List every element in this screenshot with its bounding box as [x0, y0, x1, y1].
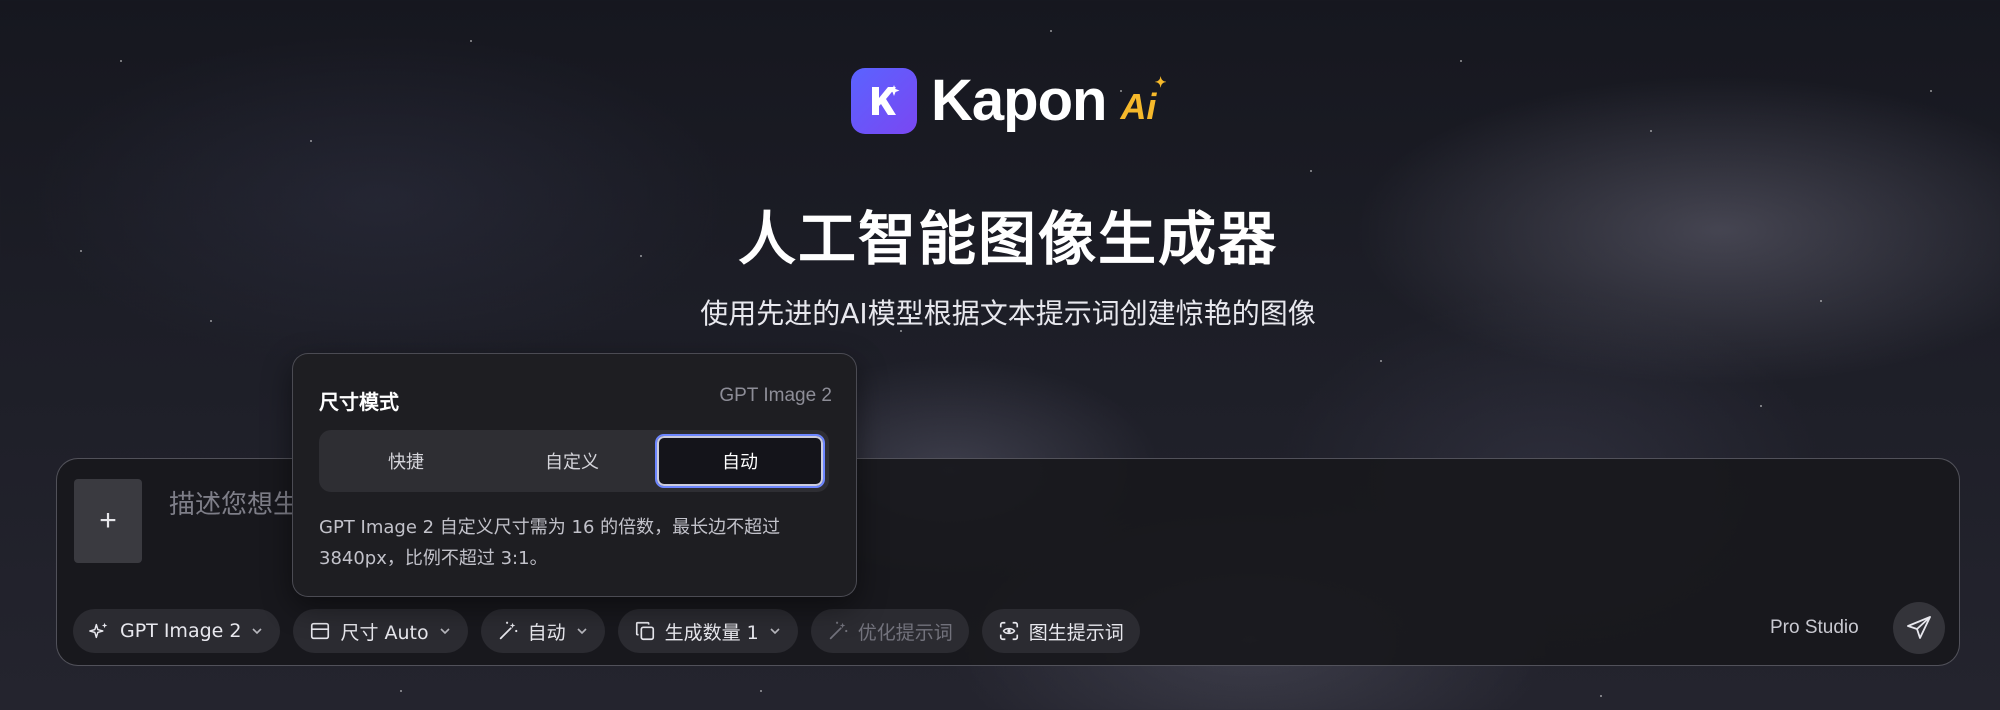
prompt-toolbar: GPT Image 2 尺寸 Auto 自动 生成数量 1 优化提示词 图生提示…: [73, 609, 1140, 653]
plus-icon: +: [99, 504, 117, 537]
chevron-down-icon: [252, 628, 263, 635]
chevron-down-icon: [577, 628, 587, 635]
optimize-prompt-label: 优化提示词: [857, 621, 953, 644]
page-subtitle: 使用先进的AI模型根据文本提示词创建惊艳的图像: [700, 297, 1316, 330]
count-select-label: 生成数量 1: [664, 621, 759, 644]
size-mode-note: GPT Image 2 自定义尺寸需为 16 的倍数，最长边不超过 3840px…: [319, 517, 781, 569]
style-select[interactable]: 自动: [480, 609, 605, 653]
sparkle-icon: [89, 622, 108, 639]
model-select-label: GPT Image 2: [120, 620, 242, 642]
pro-studio-link[interactable]: Pro Studio: [1770, 617, 1859, 639]
size-mode-quick[interactable]: 快捷: [323, 434, 489, 488]
size-select[interactable]: 尺寸 Auto: [293, 609, 468, 653]
count-select[interactable]: 生成数量 1: [617, 609, 798, 653]
send-icon: [1907, 616, 1931, 639]
brand-ai-text: Ai: [1120, 86, 1157, 127]
image-to-prompt-button[interactable]: 图生提示词: [981, 609, 1140, 653]
image-to-prompt-label: 图生提示词: [1028, 621, 1124, 644]
brand-logo: Kapon Ai ✦: [851, 68, 1166, 134]
add-image-button[interactable]: +: [74, 479, 142, 563]
magic-wand-icon: [499, 621, 517, 640]
brand-name: Kapon: [931, 68, 1107, 133]
aspect-ratio-icon: [311, 622, 330, 640]
size-mode-auto[interactable]: 自动: [655, 434, 825, 488]
optimize-prompt-button[interactable]: 优化提示词: [810, 609, 969, 653]
send-button[interactable]: [1893, 602, 1945, 654]
chevron-down-icon: [440, 628, 450, 635]
brand-badge: [851, 68, 917, 134]
size-select-label: 尺寸 Auto: [340, 621, 429, 644]
magic-wand-icon: [829, 621, 848, 640]
copy-icon: [635, 621, 654, 641]
model-select[interactable]: GPT Image 2: [73, 609, 281, 653]
k-logo-icon: [872, 85, 900, 115]
size-mode-popover: 尺寸模式 GPT Image 2 快捷 自定义 自动 GPT Image 2 自…: [292, 353, 857, 597]
brand-ai-mark: Ai ✦: [1120, 74, 1166, 128]
sparkle-icon: ✦: [1154, 74, 1167, 90]
chevron-down-icon: [770, 628, 780, 635]
page-title: 人工智能图像生成器: [737, 205, 1278, 273]
size-mode-model: GPT Image 2: [719, 385, 832, 406]
scan-eye-icon: [999, 621, 1018, 641]
style-select-label: 自动: [527, 621, 566, 644]
size-mode-title: 尺寸模式: [319, 390, 399, 414]
size-mode-custom[interactable]: 自定义: [489, 434, 655, 488]
size-mode-segmented-control: 快捷 自定义 自动: [319, 430, 829, 492]
